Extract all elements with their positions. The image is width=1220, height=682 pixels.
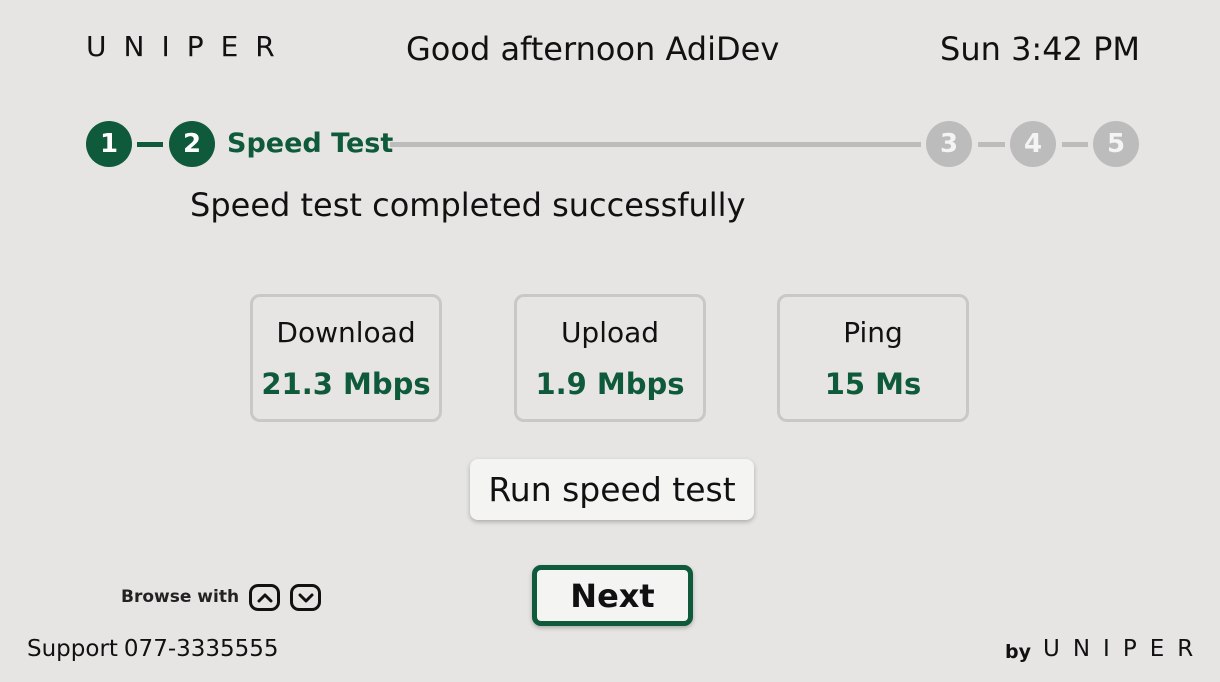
status-message: Speed test completed successfully: [190, 186, 746, 224]
ping-value: 15 Ms: [824, 367, 922, 401]
support-info: Support 077-3335555: [27, 636, 279, 662]
run-speed-test-button[interactable]: Run speed test: [470, 459, 754, 520]
by-label: by: [1005, 641, 1031, 663]
browse-hint-label: Browse with: [121, 587, 240, 607]
upload-value: 1.9 Mbps: [535, 367, 685, 401]
next-button[interactable]: Next: [532, 565, 693, 626]
support-phone-number: 077-3335555: [123, 636, 279, 662]
current-step-label: Speed Test: [227, 128, 394, 159]
step-connector: [1062, 142, 1088, 147]
ping-title: Ping: [843, 316, 903, 349]
upload-card: Upload 1.9 Mbps: [514, 294, 706, 422]
step-4-indicator: 4: [1010, 121, 1056, 167]
footer-brand-logo: UNIPER: [1043, 636, 1207, 662]
step-connector: [137, 142, 163, 147]
step-1-indicator: 1: [86, 121, 132, 167]
support-label: Support: [27, 636, 118, 662]
step-connector: [978, 142, 1005, 147]
brand-logo: UNIPER: [86, 30, 292, 63]
step-3-indicator: 3: [926, 121, 972, 167]
download-value: 21.3 Mbps: [261, 367, 431, 401]
upload-title: Upload: [560, 316, 660, 349]
download-card: Download 21.3 Mbps: [250, 294, 442, 422]
step-2-indicator: 2: [169, 121, 215, 167]
chevron-up-icon: [249, 584, 280, 611]
greeting-text: Good afternoon AdiDev: [406, 30, 780, 68]
download-title: Download: [276, 316, 416, 349]
clock: Sun 3:42 PM: [940, 30, 1140, 68]
chevron-down-icon: [290, 584, 321, 611]
ping-card: Ping 15 Ms: [777, 294, 969, 422]
step-5-indicator: 5: [1093, 121, 1139, 167]
step-connector: [390, 142, 921, 147]
